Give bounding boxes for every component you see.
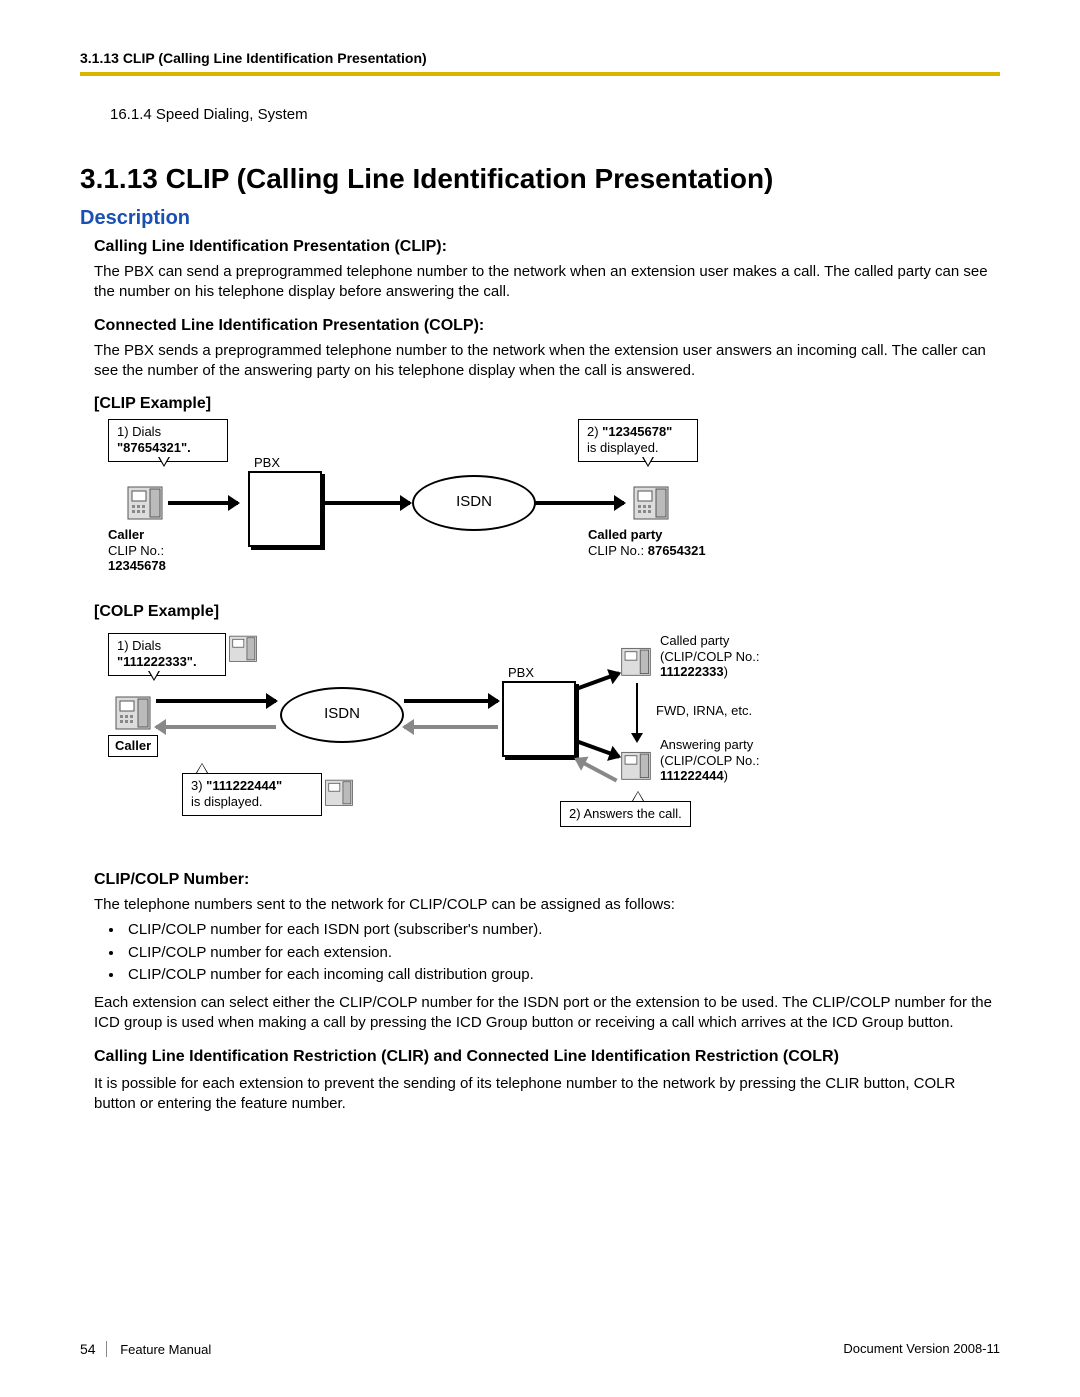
answering-l2: (CLIP/COLP No.:	[660, 753, 759, 768]
phone-icon	[126, 481, 164, 523]
list-item: CLIP/COLP number for each incoming call …	[124, 964, 1000, 987]
phone-icon	[228, 631, 258, 665]
colp-text: The PBX sends a preprogrammed telephone …	[94, 341, 1000, 382]
clip-text: The PBX can send a preprogrammed telepho…	[94, 262, 1000, 303]
isdn-cloud: ISDN	[280, 687, 404, 743]
header-rule	[80, 72, 1000, 76]
pre-section-ref: 16.1.4 Speed Dialing, System	[110, 106, 1000, 123]
pbx-box: PBX	[248, 471, 322, 547]
clip-disp-prefix: 2)	[587, 424, 602, 439]
clip-heading: Calling Line Identification Presentation…	[94, 238, 1000, 256]
answering-no: 111222444	[660, 768, 724, 783]
arrow-icon	[404, 725, 498, 729]
manual-name: Feature Manual	[120, 1342, 211, 1357]
colp-disp-suffix: is displayed.	[191, 794, 263, 809]
colp-dial-prefix: 1) Dials	[117, 638, 161, 653]
doc-version-label: Document Version	[843, 1341, 953, 1356]
close-paren: )	[724, 664, 728, 679]
clip-colp-number-intro: The telephone numbers sent to the networ…	[94, 895, 1000, 915]
colp-example-diagram: 1) Dials "111222333". Caller ISDN	[108, 627, 758, 857]
colp-display-callout: 3) "111222444" is displayed.	[182, 773, 322, 816]
colp-caller-text: Caller	[115, 738, 151, 753]
callout-tail-icon	[148, 671, 160, 681]
arrow-icon	[156, 725, 276, 729]
pbx-label: PBX	[254, 455, 280, 470]
answering-party-block: Answering party (CLIP/COLP No.: 11122244…	[660, 737, 790, 784]
clip-dial-number: "87654321".	[117, 440, 191, 455]
pbx-box: PBX	[502, 681, 576, 757]
callout-tail-icon	[642, 457, 654, 467]
called-party-no: 111222333	[660, 664, 724, 679]
clip-disp-suffix: is displayed.	[587, 440, 659, 455]
colp-example-heading: [COLP Example]	[94, 603, 1000, 621]
callout-tail-icon	[158, 457, 170, 467]
called-label-block: Called party CLIP No.: 87654321	[588, 527, 728, 558]
called-party-block: Called party (CLIP/COLP No.: 111222333)	[660, 633, 790, 680]
clip-dial-prefix: 1) Dials	[117, 424, 161, 439]
colp-heading: Connected Line Identification Presentati…	[94, 317, 1000, 335]
arrow-icon	[168, 501, 238, 505]
down-arrow-icon	[636, 683, 638, 741]
phone-icon	[324, 775, 354, 809]
description-heading: Description	[80, 207, 1000, 230]
clir-colr-text: It is possible for each extension to pre…	[94, 1074, 1000, 1115]
clip-colp-number-heading: CLIP/COLP Number:	[94, 871, 1000, 889]
colp-dial-number: "111222333".	[117, 654, 197, 669]
clip-colp-bullets: CLIP/COLP number for each ISDN port (sub…	[124, 919, 1000, 987]
colp-dial-callout: 1) Dials "111222333".	[108, 633, 226, 676]
arrow-icon	[575, 671, 620, 690]
arrow-icon	[404, 699, 498, 703]
answering-l1: Answering party	[660, 737, 753, 752]
colp-disp-number: "111222444"	[206, 778, 282, 793]
called-clip-prefix: CLIP No.:	[588, 543, 648, 558]
called-party-l1: Called party	[660, 633, 729, 648]
callout-tail-icon	[196, 763, 208, 773]
colp-disp-prefix: 3)	[191, 778, 206, 793]
isdn-cloud: ISDN	[412, 475, 536, 531]
arrow-icon	[156, 699, 276, 703]
phone-icon	[620, 747, 652, 783]
phone-icon	[620, 643, 652, 679]
fwd-label: FWD, IRNA, etc.	[656, 703, 752, 719]
arrow-icon	[322, 501, 410, 505]
clip-colp-number-after: Each extension can select either the CLI…	[94, 993, 1000, 1034]
list-item: CLIP/COLP number for each extension.	[124, 942, 1000, 965]
clip-example-heading: [CLIP Example]	[94, 395, 1000, 413]
called-party-l2: (CLIP/COLP No.:	[660, 649, 759, 664]
colp-caller-label: Caller	[108, 735, 158, 757]
caller-label: Caller	[108, 527, 144, 542]
arrow-icon	[534, 501, 624, 505]
page-number: 54	[80, 1341, 107, 1357]
answers-call-callout: 2) Answers the call.	[560, 801, 691, 827]
callout-tail-icon	[632, 791, 644, 801]
clip-example-diagram: 1) Dials "87654321". Caller CLIP No.: 12…	[108, 419, 758, 589]
clip-display-callout: 2) "12345678" is displayed.	[578, 419, 698, 462]
caller-clip-no: 12345678	[108, 558, 166, 573]
phone-icon	[114, 691, 152, 733]
called-clip-no: 87654321	[648, 543, 706, 558]
section-title: 3.1.13 CLIP (Calling Line Identification…	[80, 163, 1000, 195]
doc-version: 2008-11	[953, 1341, 1000, 1356]
list-item: CLIP/COLP number for each ISDN port (sub…	[124, 919, 1000, 942]
pbx-label: PBX	[508, 665, 534, 680]
called-label: Called party	[588, 527, 662, 542]
phone-icon	[632, 481, 670, 523]
caller-label-block: Caller CLIP No.: 12345678	[108, 527, 208, 574]
caller-clip-prefix: CLIP No.:	[108, 543, 164, 558]
clip-disp-number: "12345678"	[602, 424, 672, 439]
close-paren-2: )	[724, 768, 728, 783]
page-footer: 54 Feature Manual Document Version 2008-…	[80, 1341, 1000, 1357]
running-header: 3.1.13 CLIP (Calling Line Identification…	[80, 50, 1000, 66]
clir-colr-heading: Calling Line Identification Restriction …	[94, 1047, 1000, 1068]
